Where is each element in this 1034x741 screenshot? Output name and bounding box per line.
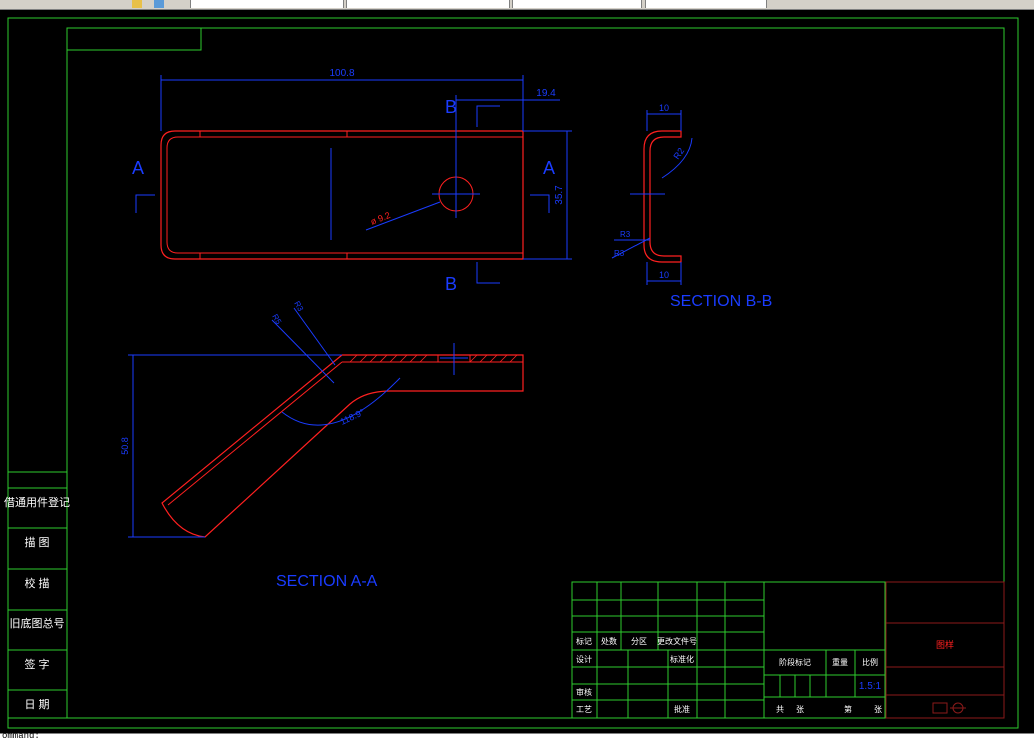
- tb-sheet-no-a: 第: [844, 704, 852, 714]
- aa-dim-height: 50.8: [120, 437, 130, 455]
- dim-height: 35.7: [554, 185, 565, 205]
- tb-weight: 重量: [832, 657, 848, 667]
- plate-inner-edge: [166, 136, 523, 254]
- section-b-top-label: B: [445, 97, 457, 117]
- properties-icon[interactable]: [154, 0, 164, 8]
- color-dropdown[interactable]: [346, 0, 510, 8]
- section-aa-title: SECTION A-A: [276, 573, 378, 590]
- bb-dim-bottom: 10: [659, 270, 669, 280]
- tb-change-doc: 更改文件号: [657, 636, 697, 646]
- strip-label-3: 校 描: [24, 576, 49, 590]
- plate-outline: [160, 130, 524, 260]
- tb-stage-mark: 阶段标记: [779, 657, 811, 667]
- side-strip: 借通用件登记 描 图 校 描 旧底图总号 签 字 日 期: [4, 471, 70, 719]
- strip-label-4: 旧底图总号: [10, 616, 65, 630]
- tb-zone: 分区: [631, 637, 647, 646]
- section-aa-view: 50.8 118.9° R5 R3 SECTION A-A: [120, 300, 524, 590]
- tb-process: 工艺: [576, 705, 592, 714]
- layer-dropdown[interactable]: [190, 0, 344, 8]
- linetype-dropdown[interactable]: [512, 0, 642, 8]
- tb-count: 处数: [601, 636, 617, 646]
- title-block: 标记 处数 分区 更改文件号 设计 标准化 审核 工艺 批准 阶段标记 重量 比…: [571, 581, 1005, 719]
- bb-dim-top: 10: [659, 103, 669, 113]
- aa-hatching: [349, 354, 518, 363]
- strip-label-6: 日 期: [24, 698, 49, 711]
- bb-radius-left-2: R3: [614, 249, 625, 258]
- section-a-left-label: A: [132, 158, 144, 178]
- aa-radius-2: R3: [292, 300, 305, 314]
- tb-sheet-no-b: 张: [874, 705, 882, 714]
- aa-radius-1: R5: [270, 313, 283, 327]
- drawing-canvas[interactable]: 借通用件登记 描 图 校 描 旧底图总号 签 字 日 期 100.8 19.4: [0, 9, 1034, 733]
- tb-review: 审核: [576, 687, 592, 697]
- tb-scale-value: 1.5:1: [859, 681, 882, 692]
- projection-symbol-icon: [932, 702, 966, 714]
- plotstyle-dropdown[interactable]: [645, 0, 767, 8]
- section-a-right-label: A: [543, 158, 555, 178]
- tb-approve: 批准: [674, 704, 690, 714]
- section-b-bottom-label: B: [445, 274, 457, 294]
- tb-sheet-total-a: 共: [776, 705, 784, 714]
- section-bb-view: 10 10 R2 R3 R3 SECTION B-B: [611, 103, 772, 310]
- tb-part-name: 图样: [936, 639, 954, 650]
- dim-length: 100.8: [329, 68, 354, 79]
- tb-designer: 设计: [576, 654, 592, 664]
- section-bb-title: SECTION B-B: [670, 293, 772, 310]
- tb-mark: 标记: [576, 636, 592, 646]
- strip-label-5: 签 字: [24, 657, 49, 671]
- outer-border: [7, 17, 1019, 729]
- strip-label-1: 借通用件登记: [4, 495, 70, 509]
- bb-radius-left-1: R3: [620, 230, 631, 239]
- corner-box: [67, 28, 202, 51]
- tb-standard: 标准化: [670, 654, 694, 664]
- strip-label-2: 描 图: [24, 535, 49, 549]
- aa-profile: [161, 354, 524, 538]
- layer-icon[interactable]: [132, 0, 142, 8]
- dim-offset: 19.4: [536, 88, 556, 99]
- tb-sheet-total-b: 张: [796, 705, 804, 714]
- top-view: 100.8 19.4 35.7 ø 9.2 A A B B: [132, 68, 572, 294]
- tb-scale: 比例: [862, 657, 878, 667]
